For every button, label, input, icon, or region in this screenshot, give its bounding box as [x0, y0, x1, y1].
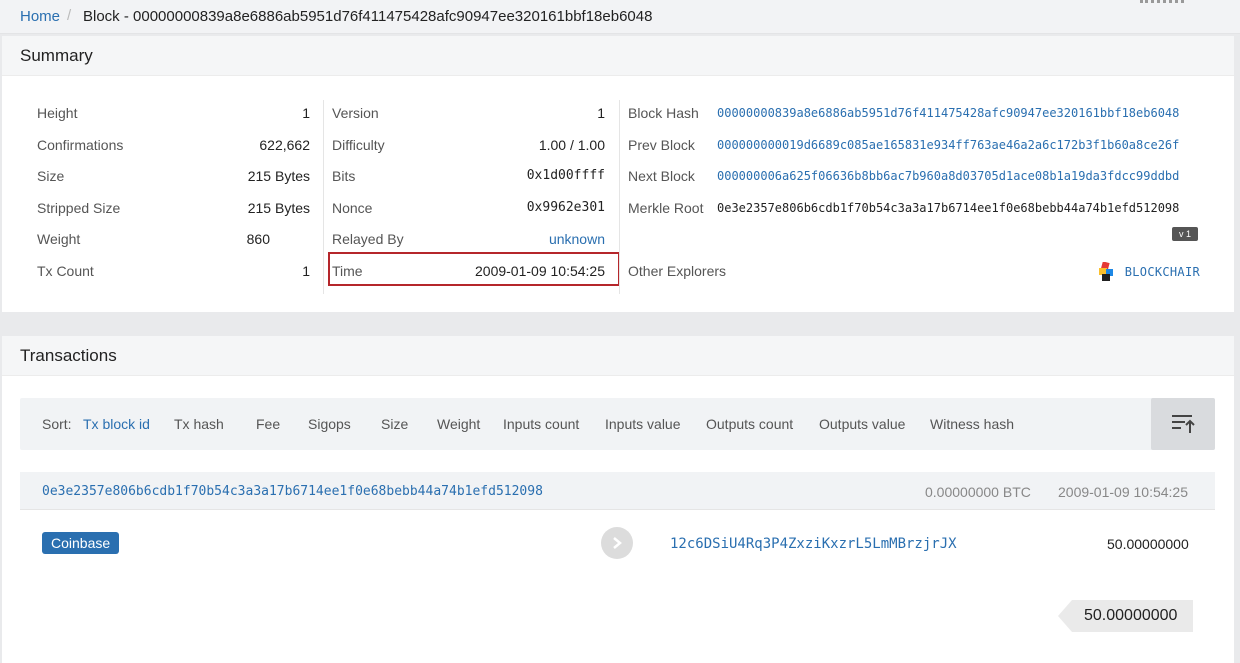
sort-option-fee[interactable]: Fee	[256, 416, 280, 432]
summary-row-version: Version 1	[332, 98, 605, 130]
more-icon	[1140, 0, 1184, 3]
summary-row-version-badge: v 1	[628, 224, 1200, 256]
nonce-value: 0x9962e301	[526, 199, 605, 215]
transaction-time: 2009-01-09 10:54:25	[1058, 484, 1188, 500]
summary-row-difficulty: Difficulty 1.00 / 1.00	[332, 130, 605, 162]
summary-row-height: Height 1	[37, 98, 310, 130]
summary-row-relayed-by: Relayed By unknown	[332, 224, 605, 256]
sort-bar: Sort: Tx block id Tx hash Fee Sigops Siz…	[20, 398, 1215, 450]
size-value: 215 Bytes	[247, 168, 310, 184]
next-block-link[interactable]: 000000006a625f06636b8bb6ac7b960a8d03705d…	[717, 169, 1179, 183]
sort-option-sigops[interactable]: Sigops	[308, 416, 351, 432]
transaction-header-row: 0e3e2357e806b6cdb1f70b54c3a3a17b6714ee1f…	[20, 472, 1215, 510]
tx-count-label: Tx Count	[37, 262, 94, 279]
stripped-size-value: 215 Bytes	[247, 199, 310, 216]
version-value: 1	[597, 105, 605, 121]
relayed-by-link[interactable]: unknown	[549, 231, 605, 247]
sort-option-inputs-count[interactable]: Inputs count	[503, 416, 579, 432]
transactions-title: Transactions	[2, 336, 1234, 376]
breadcrumb-home-link[interactable]: Home	[20, 8, 60, 25]
difficulty-label: Difficulty	[332, 136, 385, 153]
sort-direction-button[interactable]	[1151, 398, 1215, 450]
sort-option-inputs-value[interactable]: Inputs value	[605, 416, 681, 432]
block-hash-label: Block Hash	[628, 105, 699, 121]
summary-column-2: Version 1 Difficulty 1.00 / 1.00 Bits 0x…	[328, 98, 620, 288]
nonce-label: Nonce	[332, 199, 373, 216]
relayed-by-label: Relayed By	[332, 231, 404, 247]
transaction-total: 50.00000000	[1058, 600, 1193, 632]
sort-label: Sort:	[42, 416, 72, 432]
block-hash-link[interactable]: 00000000839a8e6886ab5951d76f411475428afc…	[717, 106, 1179, 120]
bits-value: 0x1d00ffff	[526, 168, 605, 183]
summary-row-size: Size 215 Bytes	[37, 161, 310, 193]
other-explorers-label: Other Explorers	[628, 262, 727, 279]
summary-row-bits: Bits 0x1d00ffff	[332, 161, 605, 193]
size-label: Size	[37, 168, 65, 184]
version-label: Version	[332, 105, 379, 121]
prev-block-link[interactable]: 000000000019d6689c085ae165831e934ff763ae…	[717, 138, 1179, 152]
weight-value: 860	[246, 231, 270, 247]
summary-row-weight: Weight 860	[37, 224, 310, 256]
summary-row-tx-count: Tx Count 1	[37, 256, 310, 288]
transaction-fee: 0.00000000 BTC	[925, 484, 1031, 500]
time-value: 2009-01-09 10:54:25	[475, 262, 605, 279]
breadcrumb: Home / Block - 00000000839a8e6886ab5951d…	[0, 0, 1240, 34]
breadcrumb-separator: /	[67, 7, 72, 24]
transactions-panel: Transactions Sort: Tx block id Tx hash F…	[2, 336, 1234, 663]
summary-panel: Summary Height 1 Confirmations 622,662 S…	[2, 36, 1234, 312]
summary-title: Summary	[2, 36, 1234, 76]
difficulty-value: 1.00 / 1.00	[538, 136, 605, 153]
column-divider	[323, 100, 324, 294]
weight-label: Weight	[37, 231, 81, 247]
transaction-hash-link[interactable]: 0e3e2357e806b6cdb1f70b54c3a3a17b6714ee1f…	[42, 484, 543, 499]
summary-row-nonce: Nonce 0x9962e301	[332, 193, 605, 225]
bits-label: Bits	[332, 168, 356, 184]
summary-row-merkle-root: Merkle Root 0e3e2357e806b6cdb1f70b54c3a3…	[628, 193, 1200, 225]
output-amount: 50.00000000	[1107, 536, 1189, 552]
prev-block-label: Prev Block	[628, 136, 695, 153]
arrow-right-icon	[601, 527, 633, 559]
confirmations-label: Confirmations	[37, 136, 124, 153]
height-label: Height	[37, 105, 78, 121]
next-block-label: Next Block	[628, 168, 695, 184]
summary-row-prev-block: Prev Block 000000000019d6689c085ae165831…	[628, 130, 1200, 162]
sort-option-tx-block-id[interactable]: Tx block id	[83, 416, 150, 432]
blockchair-logo-icon	[1098, 260, 1115, 282]
stripped-size-label: Stripped Size	[37, 199, 121, 216]
summary-row-stripped-size: Stripped Size 215 Bytes	[37, 193, 310, 225]
confirmations-value: 622,662	[259, 136, 310, 153]
summary-row-other-explorers: Other Explorers BLOCKCHAIR	[628, 256, 1200, 288]
blockchair-label: BLOCKCHAIR	[1124, 264, 1200, 279]
sort-option-outputs-value[interactable]: Outputs value	[819, 416, 905, 432]
blockchair-link[interactable]: BLOCKCHAIR	[1098, 260, 1200, 282]
output-address-link[interactable]: 12c6DSiU4Rq3P4ZxziKxzrL5LmMBrzjrJX	[670, 536, 957, 552]
breadcrumb-current: Block - 00000000839a8e6886ab5951d76f4114…	[83, 8, 653, 25]
summary-row-time: Time 2009-01-09 10:54:25	[328, 251, 620, 288]
merkle-root-label: Merkle Root	[628, 199, 704, 216]
sort-option-outputs-count[interactable]: Outputs count	[706, 416, 793, 432]
height-value: 1	[302, 105, 310, 121]
summary-column-1: Height 1 Confirmations 622,662 Size 215 …	[37, 98, 310, 287]
tx-count-value: 1	[302, 262, 310, 279]
column-divider	[619, 100, 620, 294]
summary-row-confirmations: Confirmations 622,662	[37, 130, 310, 162]
time-label: Time	[332, 262, 363, 279]
sort-option-weight[interactable]: Weight	[437, 416, 480, 432]
sort-option-size[interactable]: Size	[381, 416, 408, 432]
sort-option-witness-hash[interactable]: Witness hash	[930, 416, 1014, 432]
summary-row-next-block: Next Block 000000006a625f06636b8bb6ac7b9…	[628, 161, 1200, 193]
version-badge: v 1	[1171, 227, 1198, 241]
summary-row-block-hash: Block Hash 00000000839a8e6886ab5951d76f4…	[628, 98, 1200, 130]
sort-option-tx-hash[interactable]: Tx hash	[174, 416, 224, 432]
coinbase-badge: Coinbase	[42, 532, 120, 554]
summary-column-3: Block Hash 00000000839a8e6886ab5951d76f4…	[628, 98, 1200, 287]
merkle-root-value: 0e3e2357e806b6cdb1f70b54c3a3a17b6714ee1f…	[717, 200, 1180, 215]
sort-ascending-icon	[1172, 415, 1195, 433]
